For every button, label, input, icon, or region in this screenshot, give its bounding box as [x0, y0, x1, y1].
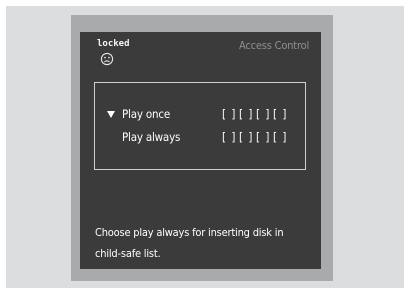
help-line: child-safe list.: [95, 247, 161, 260]
pin-digit-slot[interactable]: [ ]: [273, 107, 290, 121]
pin-digit-slot[interactable]: [ ]: [256, 130, 273, 144]
help-text: Choose play always for inserting disk in…: [95, 222, 315, 264]
option-play-always[interactable]: Play always [ ][ ][ ][ ]: [95, 130, 305, 148]
lock-status-label: locked: [97, 39, 130, 49]
pin-entry[interactable]: [ ][ ][ ][ ]: [222, 107, 290, 121]
option-play-once[interactable]: Play once [ ][ ][ ][ ]: [95, 107, 305, 125]
option-label: Play always: [122, 130, 181, 144]
screen-title: Access Control: [239, 39, 309, 52]
pin-digit-slot[interactable]: [ ]: [239, 107, 256, 121]
sad-face-icon: [100, 52, 114, 66]
pin-entry[interactable]: [ ][ ][ ][ ]: [222, 130, 290, 144]
options-panel: Play once [ ][ ][ ][ ] Play always [ ][ …: [94, 82, 306, 170]
pin-digit-slot[interactable]: [ ]: [256, 107, 273, 121]
pin-digit-slot[interactable]: [ ]: [222, 107, 239, 121]
pin-digit-slot[interactable]: [ ]: [239, 130, 256, 144]
option-label: Play once: [122, 107, 171, 121]
pin-digit-slot[interactable]: [ ]: [273, 130, 290, 144]
help-line: Choose play always for inserting disk in: [95, 226, 284, 239]
pin-digit-slot[interactable]: [ ]: [222, 130, 239, 144]
tv-screen: locked Access Control Play once [ ][ ][ …: [80, 32, 321, 269]
selection-cursor-icon: [107, 111, 115, 118]
